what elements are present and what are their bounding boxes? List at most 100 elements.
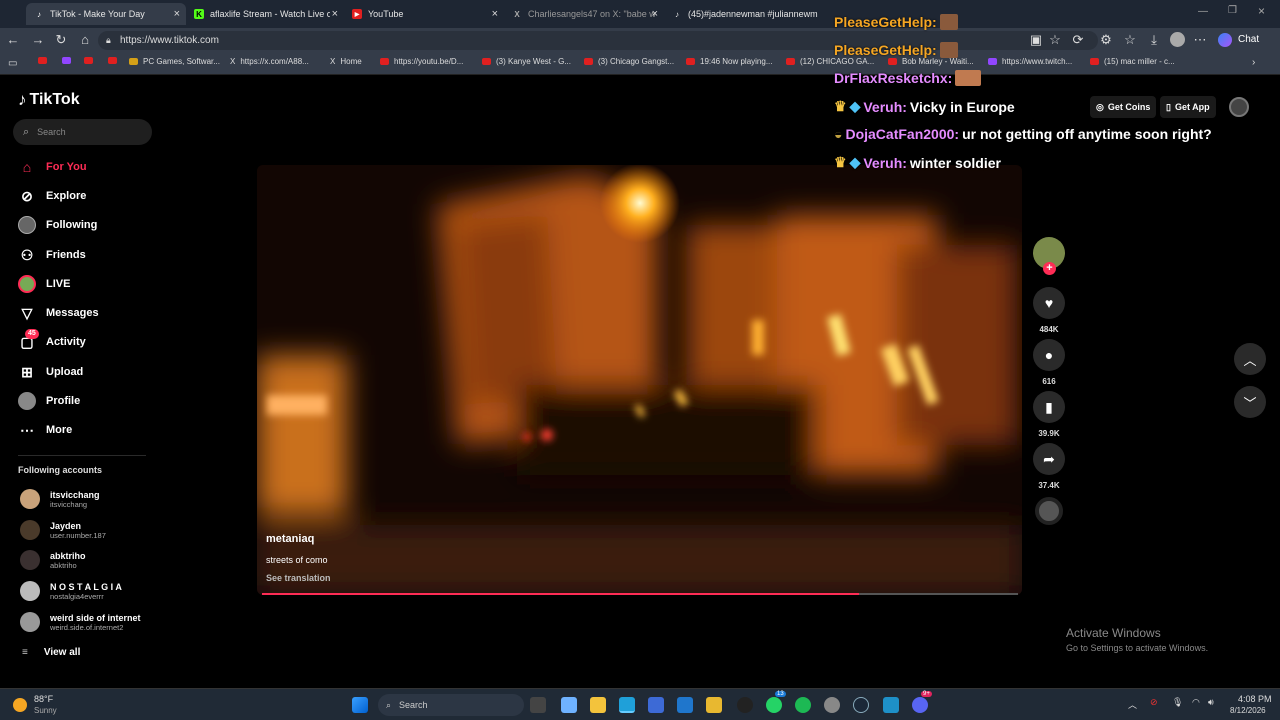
view-all-link[interactable]: ≡ View all bbox=[22, 647, 80, 658]
tiktok-logo[interactable]: ♪ TikTok bbox=[18, 90, 80, 110]
bookmark-button[interactable]: ▮ 39.9K bbox=[1033, 391, 1065, 438]
more-icon[interactable]: ⋯ bbox=[1192, 32, 1208, 48]
maximize-icon[interactable]: ❐ bbox=[1228, 5, 1237, 16]
bookmark-5[interactable]: PC Games, Softwar... bbox=[129, 57, 220, 66]
bookmark-11[interactable]: 19:46 Now playing... bbox=[686, 57, 773, 66]
comment-button[interactable]: ● 616 bbox=[1033, 339, 1065, 386]
see-translation-link[interactable]: See translation bbox=[266, 573, 331, 583]
outlook-icon[interactable] bbox=[677, 697, 693, 713]
nav-friends[interactable]: ⚇ Friends bbox=[18, 245, 86, 265]
nav-for-you[interactable]: ⌂ For You bbox=[18, 157, 87, 177]
bookmark-8[interactable]: https://youtu.be/D... bbox=[380, 57, 463, 66]
avatar[interactable] bbox=[1170, 32, 1185, 47]
following-account[interactable]: N O S T A L G I Anostalgia4everrr bbox=[20, 581, 122, 601]
split-screen-icon[interactable]: ▣ bbox=[1028, 32, 1044, 48]
share-button[interactable]: ➦ 37.4K bbox=[1033, 443, 1065, 490]
wifi-icon[interactable]: ◠ bbox=[1192, 697, 1200, 708]
app-icon[interactable] bbox=[706, 697, 722, 713]
close-icon[interactable]: × bbox=[652, 8, 658, 20]
clock-date[interactable]: 8/12/2026 bbox=[1230, 706, 1266, 715]
nav-upload[interactable]: ⊞ Upload bbox=[18, 362, 83, 382]
video-author[interactable]: metaniaq bbox=[266, 533, 314, 545]
search-input[interactable]: ⌕ Search bbox=[13, 119, 152, 145]
bookmark-2[interactable] bbox=[62, 57, 76, 64]
nav-following[interactable]: Following bbox=[18, 215, 97, 235]
nav-activity[interactable]: ▢ 45 Activity bbox=[18, 329, 86, 352]
following-account[interactable]: abktriho abktriho bbox=[20, 550, 86, 570]
nav-profile[interactable]: Profile bbox=[18, 391, 80, 411]
following-account[interactable]: itsvicchang itsvicchang bbox=[20, 489, 100, 509]
extensions-icon[interactable]: ⟳ bbox=[1070, 32, 1086, 48]
bookmark-9[interactable]: (3) Kanye West - G... bbox=[482, 57, 571, 66]
edge-icon[interactable] bbox=[619, 697, 635, 713]
obs-icon[interactable] bbox=[737, 697, 753, 713]
minimize-icon[interactable]: — bbox=[1198, 6, 1208, 17]
tray-icon[interactable]: ⊘ bbox=[1150, 697, 1158, 708]
nav-more[interactable]: ⋯ More bbox=[18, 420, 72, 440]
get-app-button[interactable]: ▯ Get App bbox=[1160, 96, 1216, 118]
download-icon[interactable]: ⤓ bbox=[1146, 32, 1162, 48]
clock-time[interactable]: 4:08 PM bbox=[1238, 694, 1272, 704]
profile-avatar[interactable] bbox=[1229, 97, 1249, 117]
store-icon[interactable] bbox=[648, 697, 664, 713]
favorites-icon[interactable]: ☆ bbox=[1122, 32, 1138, 48]
steam-icon[interactable] bbox=[853, 697, 869, 713]
tab-x[interactable]: X Charliesangels47 on X: "babe wa × bbox=[504, 3, 664, 25]
chat-button[interactable]: Chat bbox=[1238, 34, 1259, 45]
refresh-icon[interactable]: ↻ bbox=[53, 32, 69, 48]
reading-list-icon[interactable]: ▭ bbox=[8, 58, 17, 69]
previous-video-button[interactable]: ︿ bbox=[1234, 343, 1266, 375]
tab-tiktok[interactable]: ♪ TikTok - Make Your Day × bbox=[26, 3, 186, 25]
following-account[interactable]: weird side of internet weird.side.of.inte… bbox=[20, 612, 141, 632]
discord-icon[interactable]: 9+ bbox=[912, 691, 932, 713]
following-account[interactable]: Jayden user.number.187 bbox=[20, 520, 106, 540]
home-icon[interactable]: ⌂ bbox=[77, 32, 93, 48]
file-explorer-icon[interactable] bbox=[590, 697, 606, 713]
tab-youtube[interactable]: ▶ YouTube × bbox=[344, 3, 504, 25]
back-icon[interactable]: ← bbox=[5, 32, 21, 48]
bookmark-7[interactable]: X Home bbox=[330, 57, 362, 66]
video-progress-bar[interactable] bbox=[262, 593, 1018, 595]
whatsapp-icon[interactable]: 13 bbox=[766, 691, 786, 713]
bookmark-15[interactable]: (15) mac miller - c... bbox=[1090, 57, 1175, 66]
close-icon[interactable]: × bbox=[492, 8, 498, 20]
spotify-icon[interactable] bbox=[795, 697, 811, 713]
windows-start-icon[interactable] bbox=[352, 697, 368, 713]
microphone-icon[interactable]: 🎙︎ bbox=[1172, 697, 1183, 708]
bookmark-10[interactable]: (3) Chicago Gangst... bbox=[584, 57, 674, 66]
get-coins-button[interactable]: ◎ Get Coins bbox=[1090, 96, 1157, 118]
task-view-icon[interactable] bbox=[530, 697, 546, 713]
bookmark-4[interactable] bbox=[108, 57, 122, 64]
settings-icon[interactable]: ⚙ bbox=[1098, 32, 1114, 48]
chevron-up-icon[interactable]: ︿ bbox=[1128, 698, 1137, 711]
window-close-icon[interactable]: × bbox=[1258, 4, 1265, 18]
nav-explore[interactable]: ⊘ Explore bbox=[18, 186, 86, 206]
next-video-button[interactable]: ﹀ bbox=[1234, 386, 1266, 418]
bookmark-1[interactable] bbox=[38, 57, 52, 64]
copilot-icon[interactable] bbox=[1218, 33, 1232, 47]
like-button[interactable]: ♥ 484K bbox=[1033, 287, 1065, 334]
chevron-right-icon[interactable]: › bbox=[1252, 57, 1255, 68]
favorite-star-icon[interactable]: ☆ bbox=[1047, 32, 1063, 48]
creator-avatar[interactable]: + bbox=[1033, 237, 1065, 275]
volume-icon[interactable]: 🔊︎ bbox=[1208, 697, 1214, 708]
follow-plus-icon[interactable]: + bbox=[1043, 262, 1056, 275]
app-icon[interactable] bbox=[883, 697, 899, 713]
close-icon[interactable]: × bbox=[174, 8, 180, 20]
copilot-taskbar-icon[interactable] bbox=[561, 697, 577, 713]
nav-live[interactable]: LIVE bbox=[18, 274, 70, 294]
video-player[interactable] bbox=[257, 165, 1022, 595]
bookmark-12[interactable]: (12) CHICAGO GA... bbox=[786, 57, 874, 66]
music-disc[interactable] bbox=[1033, 497, 1065, 525]
settings-icon[interactable] bbox=[824, 697, 840, 713]
nav-messages[interactable]: ▽ Messages bbox=[18, 303, 99, 323]
tab-kick[interactable]: K aflaxlife Stream - Watch Live on Ki × bbox=[186, 3, 344, 25]
weather-desc[interactable]: Sunny bbox=[34, 706, 57, 715]
close-icon[interactable]: × bbox=[332, 8, 338, 20]
taskbar-search[interactable]: ⌕ Search bbox=[378, 694, 524, 716]
weather-temp[interactable]: 88°F bbox=[34, 694, 53, 704]
bookmark-14[interactable]: https://www.twitch... bbox=[988, 57, 1072, 66]
forward-icon[interactable]: → bbox=[30, 32, 46, 48]
bookmark-3[interactable] bbox=[84, 57, 98, 64]
tab-tiktok-2[interactable]: ♪ (45)#jadennewman #juliannewma bbox=[664, 3, 824, 25]
